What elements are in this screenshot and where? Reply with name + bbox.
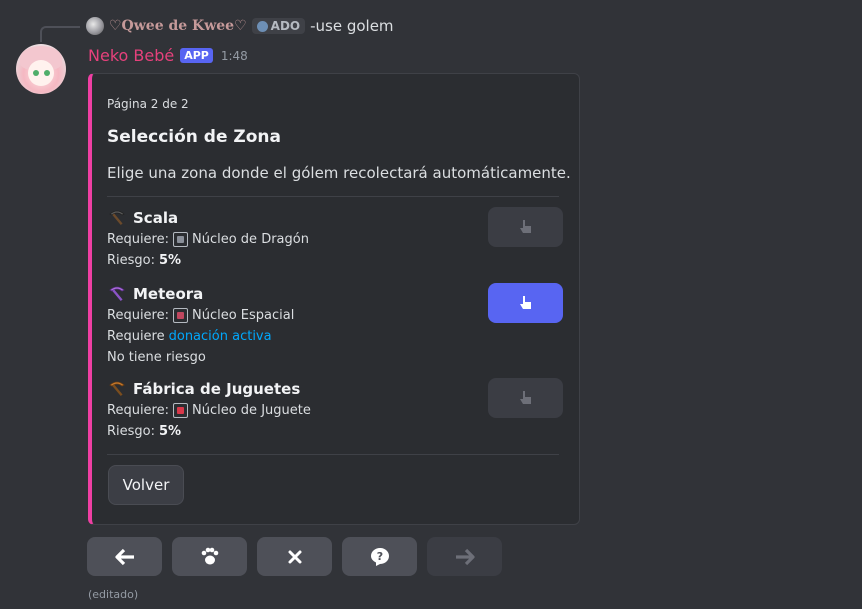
- embed-description: Elige una zona donde el gólem recolectar…: [107, 164, 571, 182]
- message-header: Neko Bebé APP 1:48: [88, 46, 248, 65]
- require-label: Requiere:: [107, 308, 169, 323]
- zone-name: Meteora: [133, 285, 204, 303]
- require-label: Requiere:: [107, 232, 169, 247]
- donation-prefix: Requiere: [107, 329, 165, 344]
- select-zone-fabrica-button[interactable]: [488, 378, 563, 418]
- risk-label: Riesgo:: [107, 253, 156, 268]
- core-name: Núcleo de Dragón: [192, 232, 309, 247]
- zone-requirement: Requiere: Núcleo de Juguete: [107, 400, 311, 421]
- message-timestamp[interactable]: 1:48: [221, 49, 248, 63]
- select-zone-scala-button[interactable]: [488, 207, 563, 247]
- embed-page-indicator: Página 2 de 2: [107, 97, 189, 111]
- paw-button[interactable]: [172, 537, 247, 576]
- donation-link[interactable]: donación activa: [169, 329, 272, 344]
- zone-fabrica-de-juguetes: Fábrica de Juguetes Requiere: Núcleo de …: [107, 378, 311, 442]
- avatar-eye: [33, 70, 39, 76]
- zone-title: Fábrica de Juguetes: [107, 378, 311, 400]
- space-core-icon: [173, 308, 188, 323]
- zone-title: Meteora: [107, 283, 294, 305]
- back-button[interactable]: Volver: [108, 465, 184, 505]
- risk-label: Riesgo:: [107, 424, 156, 439]
- toy-core-icon: [173, 403, 188, 418]
- paw-icon: [201, 547, 218, 564]
- pointer-hand-icon: [519, 296, 531, 309]
- pointer-hand-icon: [519, 220, 531, 233]
- dragon-core-icon: [173, 232, 188, 247]
- pickaxe-orange-icon: [109, 381, 125, 397]
- embed-divider: [107, 454, 559, 455]
- avatar[interactable]: [16, 44, 66, 94]
- embed-divider: [107, 196, 559, 197]
- reply-avatar[interactable]: [86, 17, 104, 35]
- select-zone-meteora-button[interactable]: [488, 283, 563, 323]
- guild-tag-icon: [256, 20, 268, 32]
- embed-card: Página 2 de 2 Selección de Zona Elige un…: [88, 73, 580, 525]
- reply-connector: [40, 26, 80, 42]
- reply-reference[interactable]: ♡Qwee de Kwee♡ ADO -use golem: [86, 16, 394, 36]
- zone-requirement: Requiere: Núcleo de Dragón: [107, 229, 309, 250]
- close-icon: [288, 550, 301, 563]
- svg-text:?: ?: [376, 550, 382, 563]
- pointer-hand-icon: [519, 391, 531, 404]
- zone-meteora: Meteora Requiere: Núcleo Espacial Requie…: [107, 283, 294, 368]
- zone-name: Fábrica de Juguetes: [133, 380, 301, 398]
- require-label: Requiere:: [107, 403, 169, 418]
- arrow-right-icon: [455, 548, 475, 565]
- embed-title: Selección de Zona: [107, 127, 282, 147]
- zone-name: Scala: [133, 209, 179, 227]
- guild-tag-label: ADO: [270, 19, 301, 33]
- zone-title: Scala: [107, 207, 309, 229]
- help-button[interactable]: ?: [342, 537, 417, 576]
- avatar-eye: [44, 70, 50, 76]
- risk-text: No tiene riesgo: [107, 350, 206, 365]
- zone-requirement: Requiere: Núcleo Espacial: [107, 305, 294, 326]
- risk-value: 5%: [159, 253, 182, 268]
- close-button[interactable]: [257, 537, 332, 576]
- previous-button[interactable]: [87, 537, 162, 576]
- arrow-left-icon: [114, 548, 134, 565]
- core-name: Núcleo Espacial: [192, 308, 295, 323]
- reply-author[interactable]: ♡Qwee de Kwee♡: [109, 18, 247, 34]
- pickaxe-purple-icon: [109, 286, 125, 302]
- zone-risk: Riesgo: 5%: [107, 250, 309, 271]
- reply-text[interactable]: -use golem: [310, 17, 393, 35]
- edited-indicator: (editado): [88, 588, 139, 601]
- core-name: Núcleo de Juguete: [192, 403, 311, 418]
- zone-donation-requirement: Requiere donación activa: [107, 326, 294, 347]
- question-icon: ?: [370, 547, 389, 566]
- zone-scala: Scala Requiere: Núcleo de Dragón Riesgo:…: [107, 207, 309, 271]
- avatar-face: [28, 60, 54, 86]
- risk-value: 5%: [159, 424, 182, 439]
- app-badge: APP: [180, 48, 213, 63]
- message-author[interactable]: Neko Bebé: [88, 46, 174, 65]
- guild-tag[interactable]: ADO: [251, 18, 306, 34]
- zone-risk: Riesgo: 5%: [107, 421, 311, 442]
- next-button[interactable]: [427, 537, 502, 576]
- pickaxe-dark-icon: [109, 210, 125, 226]
- action-button-row: ?: [87, 537, 502, 576]
- zone-risk: No tiene riesgo: [107, 347, 294, 368]
